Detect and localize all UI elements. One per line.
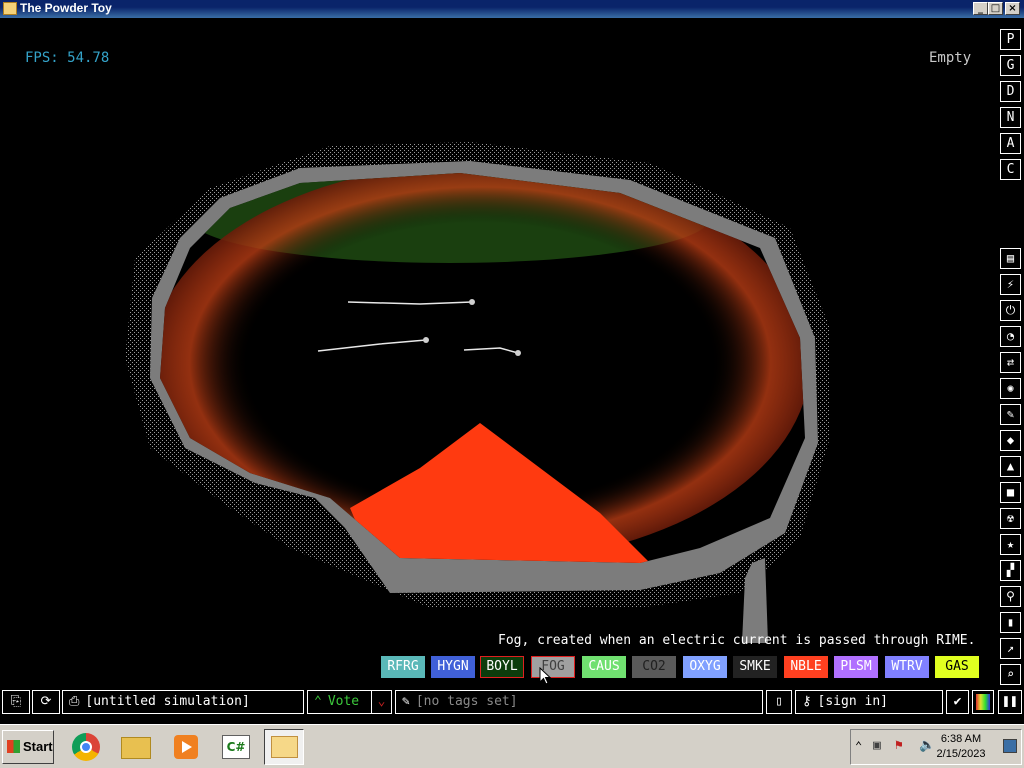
- walls-category-icon[interactable]: ▤: [1000, 248, 1021, 269]
- show-desktop-icon[interactable]: [1003, 739, 1017, 753]
- element-plsm[interactable]: PLSM: [834, 656, 878, 678]
- taskbar-csharp[interactable]: C#: [216, 729, 256, 765]
- liquids-category-icon[interactable]: ◆: [1000, 430, 1021, 451]
- open-save-button[interactable]: ⎘: [2, 690, 30, 714]
- simulation-canvas[interactable]: [0, 18, 995, 690]
- taskbar-media-player[interactable]: [166, 729, 206, 765]
- element-fog[interactable]: FOG: [531, 656, 575, 678]
- system-tray: ⌃ ▣ ⚑ 🔈 6:38 AM 2/15/2023: [850, 729, 1022, 765]
- clock-time[interactable]: 6:38 AM: [931, 733, 991, 745]
- powder-toy-icon: [271, 736, 298, 758]
- windows-logo-icon: [7, 740, 20, 753]
- taskbar-powder-toy[interactable]: [264, 729, 304, 765]
- thumb-up-icon: ⌃: [314, 694, 322, 709]
- element-caus[interactable]: CAUS: [582, 656, 626, 678]
- vote-down-button[interactable]: ⌄: [371, 690, 392, 714]
- search-icon[interactable]: ⌕: [1000, 664, 1021, 685]
- element-gas[interactable]: GAS: [935, 656, 979, 678]
- force-category-icon[interactable]: ⇄: [1000, 352, 1021, 373]
- network-icon[interactable]: ▣: [873, 738, 881, 753]
- favorites-category-icon[interactable]: ▮: [1000, 612, 1021, 633]
- element-oxyg[interactable]: OXYG: [683, 656, 727, 678]
- open-icon: ⎘: [10, 694, 22, 709]
- element-rfrg[interactable]: RFRG: [381, 656, 425, 678]
- taskbar-explorer[interactable]: [116, 729, 156, 765]
- render-options-button[interactable]: [972, 690, 994, 714]
- mouse-cursor-icon: [539, 667, 551, 685]
- menu-button-n[interactable]: N: [1000, 107, 1021, 128]
- menu-button-c[interactable]: C: [1000, 159, 1021, 180]
- security-flag-icon[interactable]: ⚑: [895, 738, 903, 753]
- close-button[interactable]: ×: [1005, 2, 1020, 15]
- app-icon: [3, 2, 17, 15]
- element-co2[interactable]: CO2: [632, 656, 676, 678]
- sign-in-label: [sign in]: [817, 694, 888, 709]
- maximize-button[interactable]: □: [988, 2, 1003, 15]
- element-smke[interactable]: SMKE: [733, 656, 777, 678]
- solids-category-icon[interactable]: ■: [1000, 482, 1021, 503]
- menu-button-d[interactable]: D: [1000, 81, 1021, 102]
- window-title-bar[interactable]: The Powder Toy _ □ ×: [0, 0, 1024, 18]
- fps-readout: FPS: 54.78: [25, 50, 110, 66]
- start-label: Start: [23, 739, 53, 754]
- electronics-category-icon[interactable]: ⚡: [1000, 274, 1021, 295]
- thumb-down-icon: ⌄: [377, 694, 386, 709]
- explosives-category-icon[interactable]: ✺: [1000, 378, 1021, 399]
- save-icon: ⎙: [69, 694, 80, 709]
- tags-button[interactable]: ✎ [no tags set]: [395, 690, 763, 714]
- life-category-icon[interactable]: ▞: [1000, 560, 1021, 581]
- decoration-category-icon[interactable]: ↗: [1000, 638, 1021, 659]
- tray-expand-icon[interactable]: ⌃: [855, 739, 862, 753]
- key-icon: ⚷: [802, 694, 812, 709]
- clock-date[interactable]: 2/15/2023: [931, 748, 991, 760]
- pause-button[interactable]: ❚❚: [998, 690, 1022, 714]
- tools-category-icon[interactable]: ⚲: [1000, 586, 1021, 607]
- new-document-icon: ▯: [775, 694, 783, 709]
- special-category-icon[interactable]: ★: [1000, 534, 1021, 555]
- menu-button-a[interactable]: A: [1000, 133, 1021, 154]
- simulation-drawing: [125, 142, 830, 643]
- clear-simulation-button[interactable]: ▯: [766, 690, 792, 714]
- render-options-icon: [976, 694, 990, 710]
- taskbar: Start C# ⌃ ▣ ⚑ 🔈 6:38 AM 2/15/2023: [0, 724, 1024, 768]
- sign-in-button[interactable]: ⚷ [sign in]: [795, 690, 943, 714]
- minimize-button[interactable]: _: [973, 2, 988, 15]
- menu-button-g[interactable]: G: [1000, 55, 1021, 76]
- element-tooltip: Fog, created when an electric current is…: [498, 633, 976, 648]
- element-boyl[interactable]: BOYL: [480, 656, 524, 678]
- taskbar-chrome[interactable]: [66, 729, 106, 765]
- csharp-icon: C#: [222, 735, 250, 759]
- powered-category-icon[interactable]: ⏻: [1000, 300, 1021, 321]
- folder-icon: [121, 737, 151, 759]
- sensors-category-icon[interactable]: ◔: [1000, 326, 1021, 347]
- pause-icon: ❚❚: [1002, 694, 1018, 709]
- check-icon: ✔: [953, 694, 962, 709]
- powders-category-icon[interactable]: ▲: [1000, 456, 1021, 477]
- element-hygn[interactable]: HYGN: [431, 656, 475, 678]
- window-title: The Powder Toy: [20, 1, 112, 15]
- reload-icon: ⟳: [40, 694, 52, 709]
- gases-category-icon[interactable]: ✎: [1000, 404, 1021, 425]
- save-name-button[interactable]: ⎙ [untitled simulation]: [62, 690, 304, 714]
- tags-label: [no tags set]: [415, 694, 518, 709]
- settings-button[interactable]: ✔: [946, 690, 969, 714]
- menu-button-p[interactable]: P: [1000, 29, 1021, 50]
- reload-button[interactable]: ⟳: [32, 690, 60, 714]
- element-nble[interactable]: NBLE: [784, 656, 828, 678]
- radioactive-category-icon[interactable]: ☢: [1000, 508, 1021, 529]
- tag-icon: ✎: [402, 694, 410, 709]
- vote-label: Vote: [327, 694, 360, 709]
- hover-status: Empty: [929, 50, 972, 66]
- start-button[interactable]: Start: [2, 730, 54, 764]
- element-wtrv[interactable]: WTRV: [885, 656, 929, 678]
- simulation-name: [untitled simulation]: [85, 694, 250, 709]
